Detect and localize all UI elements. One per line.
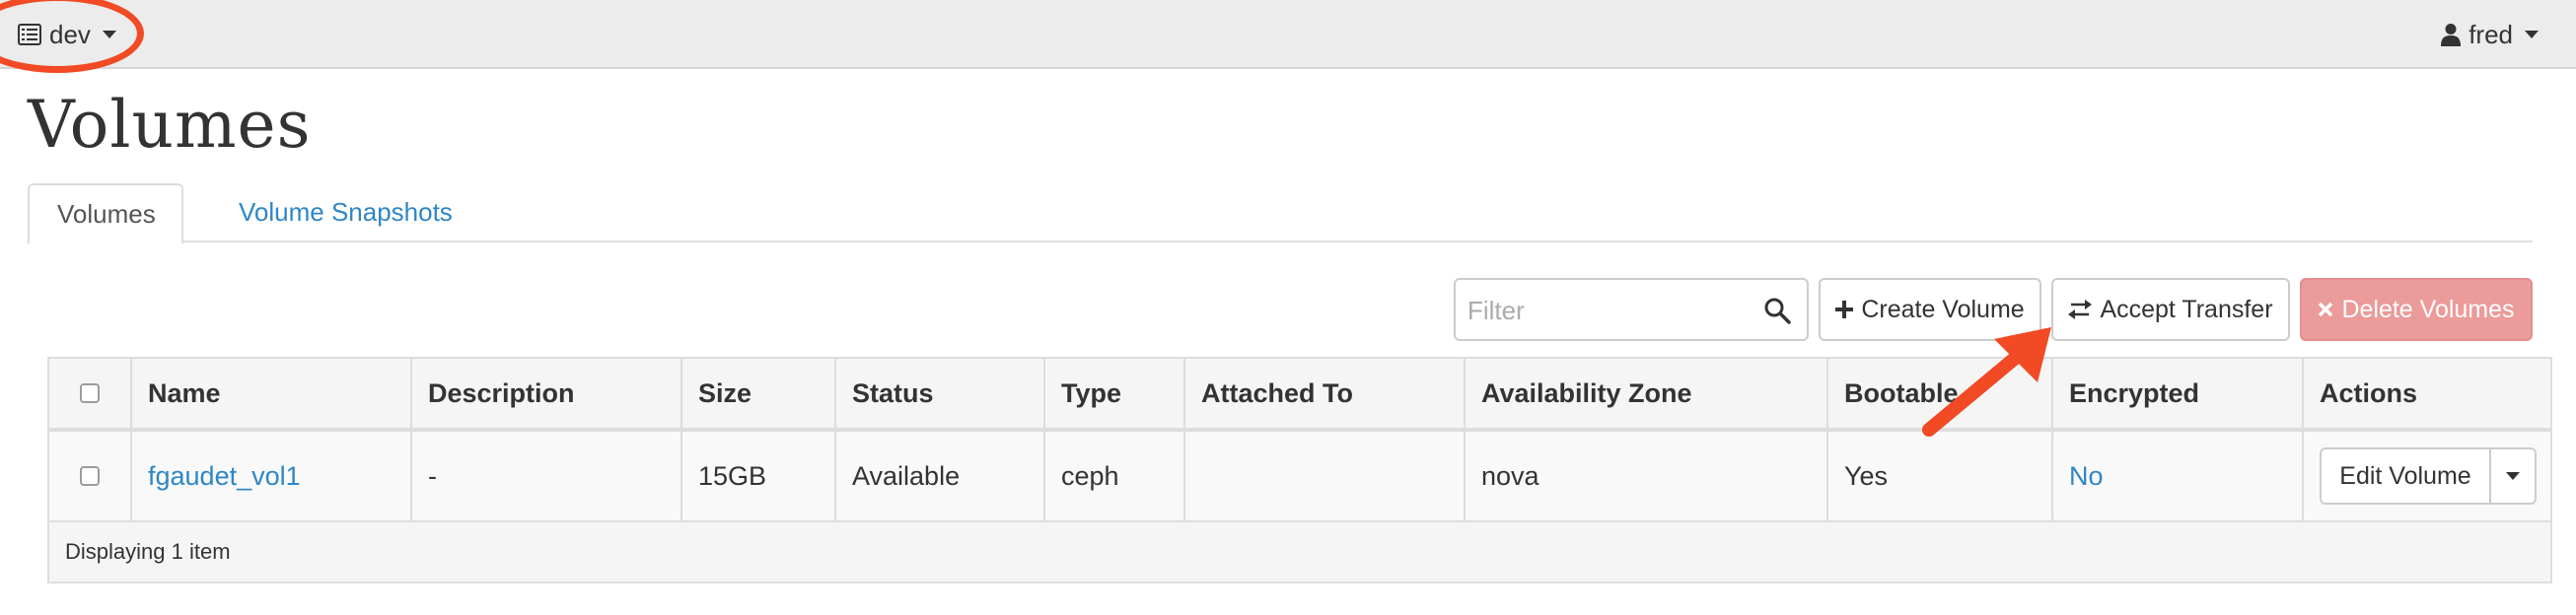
filter-input[interactable] <box>1466 288 1746 333</box>
chevron-down-icon <box>2506 472 2520 480</box>
edit-volume-button[interactable]: Edit Volume <box>2322 449 2491 503</box>
volume-name-cell: fgaudet_vol1 <box>130 432 410 520</box>
column-header[interactable]: Encrypted <box>2051 359 2302 428</box>
top-navbar: dev fred <box>0 0 2576 73</box>
encrypted-cell: No <box>2051 432 2302 520</box>
column-header[interactable]: Bootable <box>1826 359 2051 428</box>
column-header[interactable]: Availability Zone <box>1464 359 1826 428</box>
type-cell: ceph <box>1043 432 1183 520</box>
tab-volume-snapshots[interactable]: Volume Snapshots <box>211 183 480 242</box>
table-row: fgaudet_vol1 - 15GB Available ceph nova … <box>49 432 2550 522</box>
user-name: fred <box>2469 19 2513 49</box>
column-header: Actions <box>2302 359 2550 428</box>
exchange-icon <box>2068 300 2093 319</box>
tab-volumes[interactable]: Volumes <box>28 183 183 244</box>
chevron-down-icon <box>2525 31 2539 38</box>
encrypted-link[interactable]: No <box>2069 461 2104 492</box>
actions-dropdown-toggle[interactable] <box>2491 449 2535 503</box>
accept-transfer-button[interactable]: Accept Transfer <box>2051 278 2290 341</box>
description-cell: - <box>410 432 680 520</box>
filter-box <box>1454 278 1809 341</box>
page-title: Volumes <box>28 87 312 163</box>
tab-bar: Volumes Volume Snapshots <box>28 183 2533 244</box>
annotation-circle <box>0 0 144 73</box>
actions-cell: Edit Volume <box>2302 432 2550 520</box>
volume-name-link[interactable]: fgaudet_vol1 <box>148 461 301 492</box>
volumes-table: Name Description Size Status Type Attach… <box>47 357 2552 583</box>
delete-volumes-button[interactable]: Delete Volumes <box>2300 278 2533 341</box>
select-all-checkbox[interactable] <box>80 383 100 403</box>
times-icon <box>2319 302 2333 317</box>
user-menu[interactable]: fred <box>2441 16 2539 53</box>
size-cell: 15GB <box>680 432 834 520</box>
row-checkbox[interactable] <box>80 466 100 486</box>
delete-volumes-label: Delete Volumes <box>2341 295 2515 323</box>
column-header[interactable]: Size <box>680 359 834 428</box>
attached-to-cell <box>1183 432 1464 520</box>
row-select-cell <box>49 432 130 520</box>
search-icon[interactable] <box>1763 297 1791 324</box>
plus-icon <box>1835 301 1854 318</box>
row-actions-group: Edit Volume <box>2320 447 2537 505</box>
table-footer: Displaying 1 item <box>49 522 2550 581</box>
column-header[interactable]: Name <box>130 359 410 428</box>
table-header: Name Description Size Status Type Attach… <box>49 359 2550 432</box>
bootable-cell: Yes <box>1826 432 2051 520</box>
user-icon <box>2441 24 2462 46</box>
column-header[interactable]: Type <box>1043 359 1183 428</box>
select-all-cell <box>49 359 130 428</box>
column-header[interactable]: Description <box>410 359 680 428</box>
column-header[interactable]: Attached To <box>1183 359 1464 428</box>
status-cell: Available <box>834 432 1043 520</box>
create-volume-label: Create Volume <box>1861 295 2025 323</box>
availability-zone-cell: nova <box>1464 432 1826 520</box>
column-header[interactable]: Status <box>834 359 1043 428</box>
accept-transfer-label: Accept Transfer <box>2100 295 2273 323</box>
create-volume-button[interactable]: Create Volume <box>1819 278 2041 341</box>
